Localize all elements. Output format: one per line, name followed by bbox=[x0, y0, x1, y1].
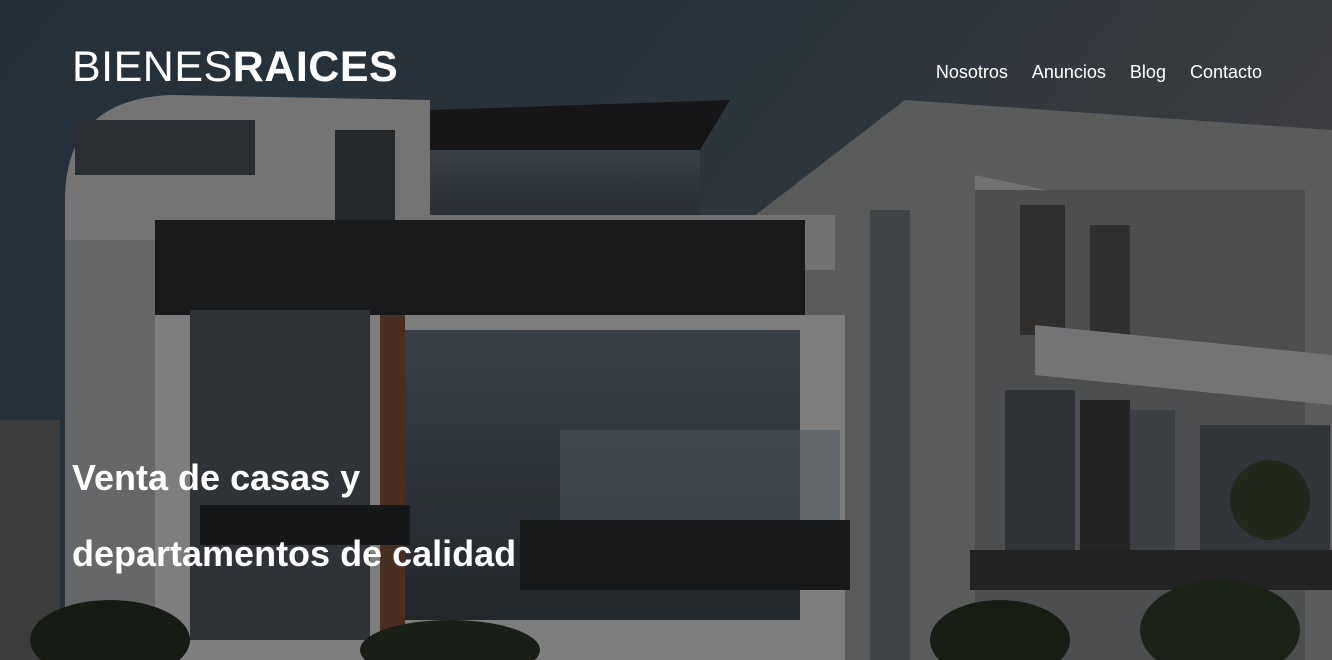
logo-text-light: BIENES bbox=[72, 43, 233, 91]
nav-link-anuncios[interactable]: Anuncios bbox=[1032, 60, 1106, 84]
nav-link-nosotros[interactable]: Nosotros bbox=[936, 60, 1008, 84]
hero-headline-line-1: Venta de casas y bbox=[72, 457, 361, 498]
main-navigation: Nosotros Anuncios Blog Contacto bbox=[936, 60, 1262, 84]
logo-text-bold: RAICES bbox=[232, 43, 399, 91]
hero-headline-line-2: departamentos de calidad bbox=[72, 533, 517, 574]
nav-link-blog[interactable]: Blog bbox=[1130, 60, 1166, 84]
nav-link-contacto[interactable]: Contacto bbox=[1190, 60, 1262, 84]
hero-section: BIENESRAICES Nosotros Anuncios Blog Cont… bbox=[0, 0, 1332, 660]
hero-headline: Venta de casas y departamentos de calida… bbox=[72, 440, 692, 592]
site-logo[interactable]: BIENESRAICES bbox=[72, 44, 398, 90]
site-header: BIENESRAICES Nosotros Anuncios Blog Cont… bbox=[0, 0, 1332, 140]
